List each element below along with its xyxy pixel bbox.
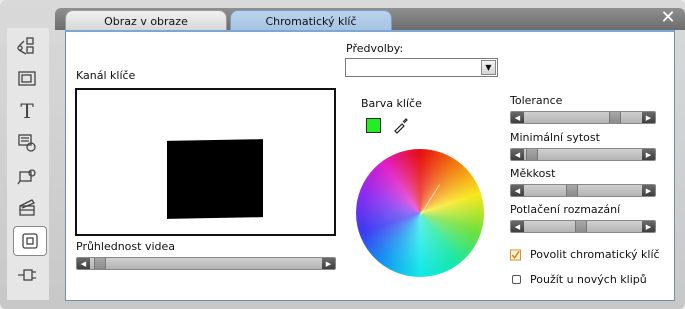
enable-chroma-key-checkbox[interactable] <box>510 249 521 260</box>
tab-picture-in-picture[interactable]: Obraz v obraze <box>65 10 227 32</box>
min-saturation-label: Minimální sytost <box>510 131 600 144</box>
camera-icon[interactable] <box>11 160 43 190</box>
tolerance-label: Tolerance <box>510 94 563 107</box>
plug-icon[interactable] <box>11 260 43 290</box>
slider-thumb[interactable] <box>566 185 579 196</box>
key-color-swatch[interactable] <box>366 118 381 133</box>
arrow-right-icon[interactable]: ▶ <box>642 185 655 196</box>
key-mask-shape <box>166 139 264 219</box>
apply-to-new-clips-label: Použít u nových klipů <box>530 273 647 286</box>
key-color-label: Barva klíče <box>361 97 422 110</box>
key-channel-label: Kanál klíče <box>76 69 136 82</box>
arrow-right-icon[interactable]: ▶ <box>642 149 655 160</box>
transitions-icon[interactable] <box>11 32 43 62</box>
slider-thumb[interactable] <box>94 258 107 269</box>
arrow-right-icon[interactable]: ▶ <box>322 258 335 269</box>
enable-chroma-key-label: Povolit chromatický klíč <box>530 248 660 261</box>
audio-clip-icon[interactable] <box>11 128 43 158</box>
video-transparency-slider[interactable]: ◀ ▶ <box>76 257 336 270</box>
presets-select[interactable]: ▼ <box>345 58 498 77</box>
video-transparency-label: Průhlednost videa <box>76 240 176 253</box>
slider-thumb[interactable] <box>526 149 539 160</box>
spill-suppression-label: Potlačení rozmazání <box>510 203 621 216</box>
min-saturation-slider[interactable]: ◀ ▶ <box>510 148 656 161</box>
tool-rail: T <box>7 28 49 300</box>
apply-to-new-clips-checkbox[interactable] <box>512 275 521 284</box>
tab-label: Chromatický klíč <box>265 15 357 28</box>
tab-chroma-key[interactable]: Chromatický klíč <box>230 10 392 32</box>
softness-label: Měkkost <box>510 167 556 180</box>
clapperboard-icon[interactable] <box>11 192 43 222</box>
arrow-right-icon[interactable]: ▶ <box>642 221 655 232</box>
title-icon[interactable]: T <box>11 96 43 126</box>
color-wheel[interactable] <box>356 149 484 277</box>
spill-suppression-slider[interactable]: ◀ ▶ <box>510 220 656 233</box>
arrow-left-icon[interactable]: ◀ <box>511 221 524 232</box>
presets-label: Předvolby: <box>346 42 404 55</box>
picture-in-picture-icon[interactable] <box>11 64 43 94</box>
close-icon[interactable]: ✕ <box>659 9 677 27</box>
tolerance-slider[interactable]: ◀ ▶ <box>510 111 656 124</box>
wheel-indicator <box>420 184 441 216</box>
chroma-key-icon[interactable] <box>13 226 47 256</box>
chevron-down-icon[interactable]: ▼ <box>481 60 496 75</box>
softness-slider[interactable]: ◀ ▶ <box>510 184 656 197</box>
key-channel-preview <box>75 88 336 236</box>
arrow-left-icon[interactable]: ◀ <box>511 185 524 196</box>
arrow-right-icon[interactable]: ▶ <box>642 112 655 123</box>
tab-label: Obraz v obraze <box>104 15 188 28</box>
slider-thumb[interactable] <box>608 112 621 123</box>
slider-thumb[interactable] <box>574 221 587 232</box>
arrow-left-icon[interactable]: ◀ <box>77 258 90 269</box>
arrow-left-icon[interactable]: ◀ <box>511 112 524 123</box>
arrow-left-icon[interactable]: ◀ <box>511 149 524 160</box>
eyedropper-icon[interactable] <box>392 116 410 134</box>
